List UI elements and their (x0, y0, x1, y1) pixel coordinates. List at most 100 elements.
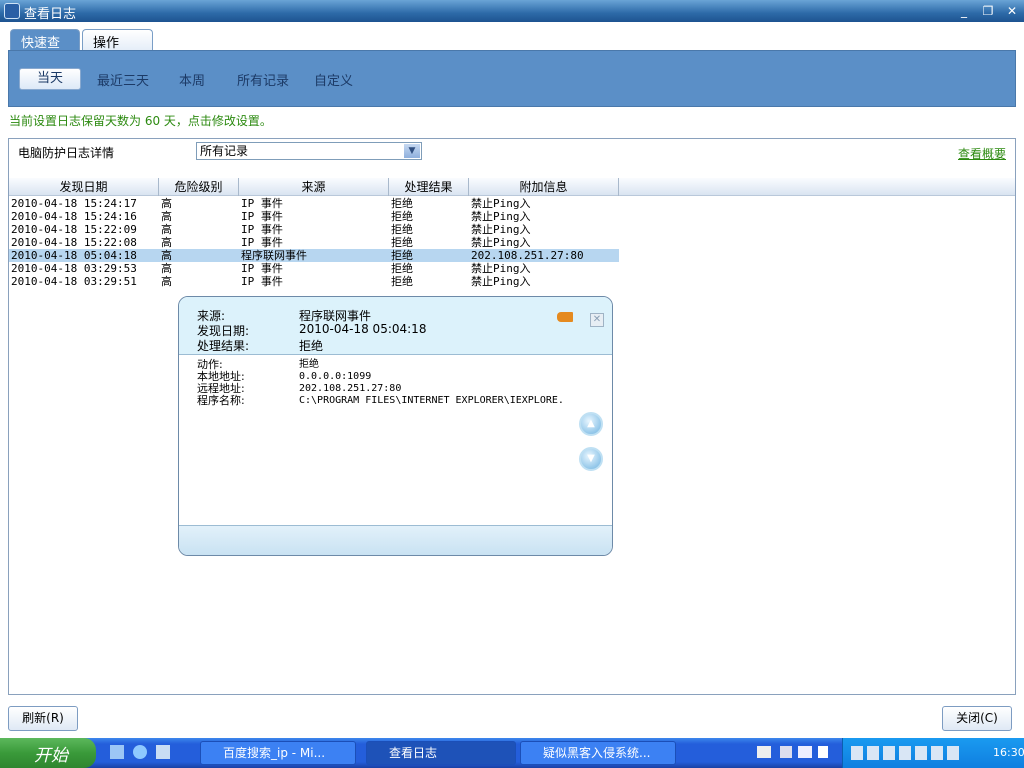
period-last-three-days[interactable]: 最近三天 (92, 70, 154, 89)
close-window-button[interactable]: ✕ (1004, 3, 1020, 19)
ie-icon[interactable] (133, 745, 147, 759)
popup-detail-label: 程序名称: (197, 394, 245, 407)
tab-operations[interactable]: 操作 (82, 29, 153, 51)
table-cell: 拒绝 (391, 236, 413, 249)
table-cell: 高 (161, 249, 172, 262)
help-icon[interactable] (818, 746, 828, 758)
start-label: 开始 (34, 746, 68, 766)
table-cell: IP 事件 (241, 197, 283, 210)
system-tray: 16:30 (842, 738, 1024, 768)
period-this-week[interactable]: 本周 (174, 70, 210, 89)
pen-icon[interactable] (780, 746, 792, 758)
tab-quick-view[interactable]: 快速查看 (10, 29, 80, 70)
table-cell: 禁止Ping入 (471, 223, 531, 236)
table-cell: 拒绝 (391, 275, 413, 288)
period-custom[interactable]: 自定义 (309, 70, 358, 89)
select-value: 所有记录 (200, 144, 249, 158)
column-header-info[interactable]: 附加信息 (469, 178, 619, 196)
table-cell: 2010-04-18 15:22:08 (11, 236, 137, 249)
table-cell: IP 事件 (241, 223, 283, 236)
popup-detail-value: 0.0.0.0:1099 (299, 371, 372, 382)
show-desktop-icon[interactable] (110, 745, 124, 759)
table-cell: 高 (161, 236, 172, 249)
table-cell: 高 (161, 197, 172, 210)
taskbar: 开始 百度搜索_ip - Mi... 查看日志 疑似黑客入侵系统... 16:3… (0, 738, 1024, 768)
table-cell: 禁止Ping入 (471, 197, 531, 210)
restore-button[interactable]: ❐ (980, 3, 996, 19)
table-cell: IP 事件 (241, 210, 283, 223)
ime-icon[interactable] (798, 746, 812, 758)
table-cell: 拒绝 (391, 210, 413, 223)
table-cell: 高 (161, 262, 172, 275)
table-cell: 202.108.251.27:80 (471, 249, 584, 262)
app-icon (4, 3, 20, 19)
view-summary-link[interactable]: 查看概要 (958, 145, 1006, 162)
table-cell: 拒绝 (391, 249, 413, 262)
period-today[interactable]: 当天 (19, 68, 81, 90)
retention-note-link[interactable]: 当前设置日志保留天数为 60 天，点击修改设置。 (9, 112, 272, 129)
table-row[interactable]: 2010-04-18 05:04:18 高 程序联网事件 拒绝 202.108.251.… (9, 249, 619, 262)
table-cell: 拒绝 (391, 223, 413, 236)
table-cell: IP 事件 (241, 275, 283, 288)
period-all-records[interactable]: 所有记录 (232, 70, 294, 89)
table-cell: 禁止Ping入 (471, 262, 531, 275)
table-cell: 2010-04-18 15:22:09 (11, 223, 137, 236)
table-row[interactable]: 2010-04-18 03:29:53 高 IP 事件 拒绝 禁止Ping入 (9, 262, 619, 275)
taskbar-item-view-log[interactable]: 查看日志 (366, 741, 516, 765)
taskbar-item-alert[interactable]: 疑似黑客入侵系统... (520, 741, 676, 765)
detail-popup: ✕ 来源: 程序联网事件 发现日期: 2010-04-18 05:04:18 处理结果:… (178, 296, 613, 556)
table-row[interactable]: 2010-04-18 15:22:08 高 IP 事件 拒绝 禁止Ping入 (9, 236, 619, 249)
table-cell: IP 事件 (241, 262, 283, 275)
close-button[interactable]: 关闭(C) (942, 706, 1012, 731)
table-cell: 2010-04-18 03:29:51 (11, 275, 137, 288)
clock: 16:30 (993, 746, 1024, 759)
table-row[interactable]: 2010-04-18 15:24:17 高 IP 事件 拒绝 禁止Ping入 (9, 197, 619, 210)
table-cell: 2010-04-18 05:04:18 (11, 249, 137, 262)
popup-detail-value: 拒绝 (299, 359, 319, 370)
table-cell: 禁止Ping入 (471, 210, 531, 223)
taskbar-item-baidu[interactable]: 百度搜索_ip - Mi... (200, 741, 356, 765)
refresh-button[interactable]: 刷新(R) (8, 706, 78, 731)
table-row[interactable]: 2010-04-18 15:24:16 高 IP 事件 拒绝 禁止Ping入 (9, 210, 619, 223)
column-header-level[interactable]: 危险级别 (159, 178, 239, 196)
column-header-date[interactable]: 发现日期 (9, 178, 159, 196)
popup-field-label: 处理结果: (197, 339, 250, 353)
popup-field-value: 拒绝 (299, 339, 324, 353)
window-title: 查看日志 (24, 7, 77, 22)
popup-detail-value: 202.108.251.27:80 (299, 383, 402, 394)
chevron-down-icon[interactable]: ▼ (404, 144, 420, 158)
table-header: 发现日期 危险级别 来源 处理结果 附加信息 (9, 178, 1015, 196)
log-type-select[interactable]: 所有记录 ▼ (196, 142, 422, 160)
popup-detail-value: C:\PROGRAM FILES\INTERNET EXPLORER\IEXPL… (299, 395, 564, 406)
table-cell: 高 (161, 275, 172, 288)
popup-field-value: 2010-04-18 05:04:18 (299, 322, 427, 336)
column-header-result[interactable]: 处理结果 (389, 178, 469, 196)
table-cell: 禁止Ping入 (471, 236, 531, 249)
table-cell: 2010-04-18 03:29:53 (11, 262, 137, 275)
table-cell: 2010-04-18 15:24:16 (11, 210, 137, 223)
start-button[interactable]: 开始 (0, 738, 96, 768)
period-panel: 当天 最近三天 本周 所有记录 自定义 (8, 50, 1016, 107)
minimize-button[interactable]: _ (956, 3, 972, 19)
table-cell: 禁止Ping入 (471, 275, 531, 288)
column-header-source[interactable]: 来源 (239, 178, 389, 196)
table-row[interactable]: 2010-04-18 15:22:09 高 IP 事件 拒绝 禁止Ping入 (9, 223, 619, 236)
rising-icon[interactable] (156, 745, 170, 759)
tray-icons[interactable] (851, 746, 961, 760)
table-cell: 拒绝 (391, 197, 413, 210)
table-cell: 2010-04-18 15:24:17 (11, 197, 137, 210)
filter-label: 电脑防护日志详情 (18, 146, 115, 160)
keyboard-icon[interactable] (757, 746, 771, 758)
scroll-down-icon[interactable]: ▼ (579, 447, 603, 471)
pin-icon[interactable] (557, 312, 573, 322)
table-cell: 程序联网事件 (241, 249, 307, 262)
table-cell: 高 (161, 223, 172, 236)
scroll-up-icon[interactable]: ▲ (579, 412, 603, 436)
title-bar: 查看日志 _ ❐ ✕ (0, 0, 1024, 22)
popup-close-icon[interactable]: ✕ (590, 313, 604, 327)
table-cell: 拒绝 (391, 262, 413, 275)
table-cell: 高 (161, 210, 172, 223)
table-row[interactable]: 2010-04-18 03:29:51 高 IP 事件 拒绝 禁止Ping入 (9, 275, 619, 288)
table-cell: IP 事件 (241, 236, 283, 249)
popup-footer (179, 525, 612, 555)
